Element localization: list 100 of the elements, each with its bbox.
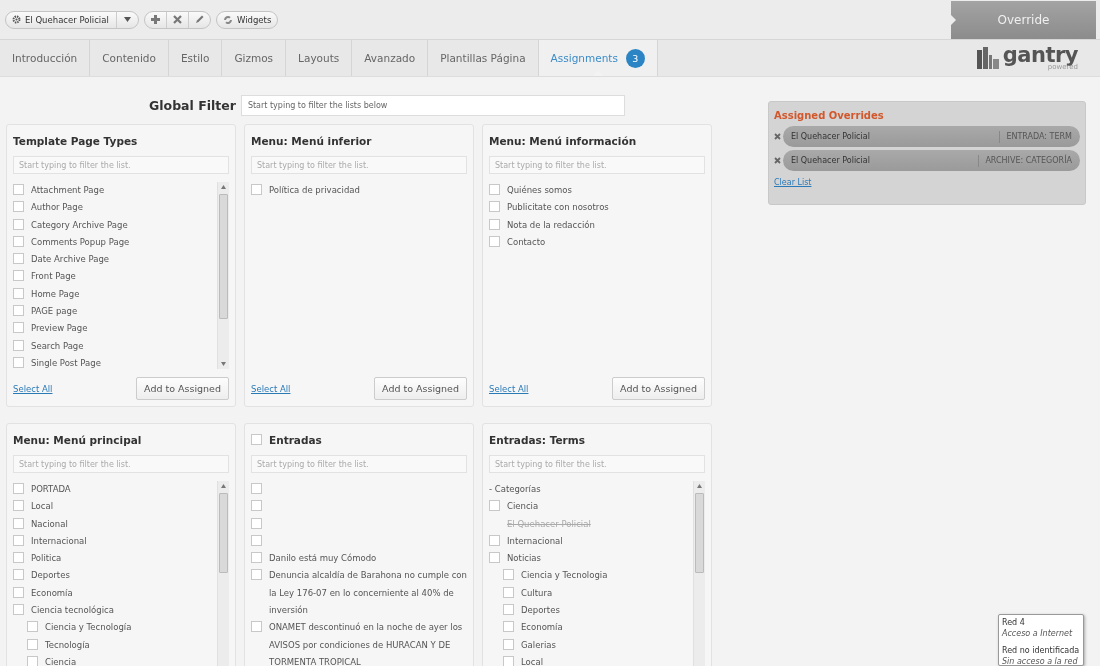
checkbox[interactable] — [489, 218, 500, 230]
tab[interactable]: Introducción — [0, 40, 91, 76]
checkbox[interactable] — [13, 287, 24, 299]
scrollbar[interactable] — [217, 481, 229, 666]
checkbox[interactable] — [13, 356, 24, 368]
option-label: Single Post Page — [31, 356, 101, 369]
option-label: Denuncia alcaldía de Barahona no cumple con la Ley 176-07 en lo concerniente al 40% de inversión — [269, 569, 467, 618]
checkbox[interactable] — [251, 500, 262, 512]
checkbox[interactable] — [503, 604, 514, 616]
scrollbar[interactable] — [693, 481, 705, 666]
filter-field[interactable]: Start typing to filter the list. — [13, 455, 229, 473]
panel-title: Menu: Menú principal — [13, 434, 142, 446]
checkbox[interactable] — [27, 621, 38, 633]
checkbox[interactable] — [251, 569, 262, 581]
checkbox[interactable] — [13, 517, 24, 529]
option-label: Galerias — [521, 638, 556, 652]
tooltip-text: Acceso a Internet — [1002, 628, 1074, 639]
add-to-assigned-button[interactable]: Add to Assigned — [136, 377, 229, 400]
checkbox[interactable] — [251, 483, 262, 494]
option-label: Nota de la redacción — [507, 218, 595, 232]
remove-icon[interactable] — [774, 133, 781, 140]
filter-field[interactable]: Start typing to filter the list. — [489, 156, 705, 174]
checkbox[interactable] — [13, 305, 24, 317]
checkbox[interactable] — [503, 638, 514, 650]
checkbox[interactable] — [13, 483, 24, 494]
filter-field[interactable]: Start typing to filter the list. — [13, 156, 229, 174]
checkbox[interactable] — [13, 534, 24, 546]
checkbox[interactable] — [503, 569, 514, 581]
checkbox[interactable] — [13, 569, 24, 581]
checkbox[interactable] — [13, 184, 24, 195]
override-type: ARCHIVE: CATEGORÍA — [978, 154, 1072, 167]
tooltip-text: Sin acceso a la red — [1002, 656, 1079, 665]
option-label: ONAMET descontinuó en la noche de ayer los AVISOS por condiciones de HURACAN Y DE TORMENTA TROPICAL — [269, 621, 464, 666]
checkbox[interactable] — [251, 534, 262, 546]
tab[interactable]: Assignments 3 — [538, 40, 658, 76]
option-label: Noticias — [507, 552, 541, 566]
option-label: Local — [31, 500, 54, 514]
checkbox[interactable] — [251, 433, 262, 445]
checkbox[interactable] — [489, 235, 500, 247]
tab[interactable]: Estilo — [168, 40, 223, 76]
checkbox[interactable] — [27, 655, 38, 666]
checkbox[interactable] — [251, 621, 262, 633]
select-all-link[interactable]: Select All — [251, 383, 291, 394]
global-filter-field[interactable]: Start typing to filter the lists below — [240, 94, 625, 116]
checkbox[interactable] — [251, 552, 262, 564]
widgets-button[interactable]: Widgets — [217, 11, 278, 28]
option-label: Publicitate con nosotros — [507, 201, 609, 215]
checkbox[interactable] — [489, 201, 500, 213]
scroll-up-icon[interactable] — [221, 185, 226, 189]
remove-icon[interactable] — [774, 157, 781, 164]
checkbox[interactable] — [489, 184, 500, 195]
tab[interactable]: Gizmos — [222, 40, 287, 76]
checkbox[interactable] — [13, 235, 24, 247]
tab[interactable]: Avanzado — [352, 40, 429, 76]
checkbox[interactable] — [27, 638, 38, 650]
checkbox[interactable] — [13, 552, 24, 564]
option-label: Preview Page — [31, 322, 88, 336]
scroll-down-icon[interactable] — [221, 362, 226, 366]
tab[interactable]: Layouts — [286, 40, 353, 76]
option-label: Tecnología — [45, 638, 90, 652]
add-to-assigned-button[interactable]: Add to Assigned — [612, 377, 705, 400]
checkbox[interactable] — [251, 184, 262, 195]
tab[interactable]: Plantillas Página — [428, 40, 539, 76]
assigned-override-item[interactable]: El Quehacer Policial ARCHIVE: CATEGORÍA — [783, 150, 1080, 171]
checkbox[interactable] — [13, 339, 24, 351]
checkbox[interactable] — [13, 253, 24, 265]
option-label: Internacional — [31, 534, 87, 548]
checkbox[interactable] — [489, 534, 500, 546]
filter-field[interactable]: Start typing to filter the list. — [251, 156, 467, 174]
checkbox[interactable] — [13, 201, 24, 213]
override-tab[interactable]: Override — [951, 0, 1096, 39]
checkbox[interactable] — [503, 621, 514, 633]
checkbox[interactable] — [13, 500, 24, 512]
scrollbar[interactable] — [217, 182, 229, 369]
group-heading: - Categorías — [489, 483, 541, 496]
scroll-up-icon[interactable] — [697, 484, 702, 488]
select-all-link[interactable]: Select All — [13, 383, 53, 394]
checkbox[interactable] — [13, 604, 24, 616]
option-label: Date Archive Page — [31, 253, 110, 267]
clear-list-link[interactable]: Clear List — [774, 178, 812, 187]
checkbox[interactable] — [489, 552, 500, 564]
option-label: Front Page — [31, 270, 76, 284]
filter-field[interactable]: Start typing to filter the list. — [251, 455, 467, 473]
checkbox[interactable] — [13, 586, 24, 598]
checkbox[interactable] — [503, 655, 514, 666]
assigned-override-item[interactable]: El Quehacer Policial ENTRADA: TERM — [783, 126, 1080, 147]
checkbox[interactable] — [13, 322, 24, 334]
filter-field[interactable]: Start typing to filter the list. — [489, 455, 705, 473]
select-all-link[interactable]: Select All — [489, 383, 529, 394]
add-to-assigned-button[interactable]: Add to Assigned — [374, 377, 467, 400]
assigned-option: El Quehacer Policial — [489, 515, 591, 533]
checkbox[interactable] — [251, 517, 262, 529]
template-select[interactable]: El Quehacer Policial — [6, 11, 116, 28]
checkbox[interactable] — [489, 500, 500, 512]
checkbox[interactable] — [13, 270, 24, 282]
scroll-up-icon[interactable] — [221, 484, 226, 488]
checkbox[interactable] — [503, 586, 514, 598]
tab[interactable]: Contenido — [90, 40, 169, 76]
checkbox[interactable] — [13, 218, 24, 230]
override-type: ENTRADA: TERM — [999, 130, 1072, 143]
